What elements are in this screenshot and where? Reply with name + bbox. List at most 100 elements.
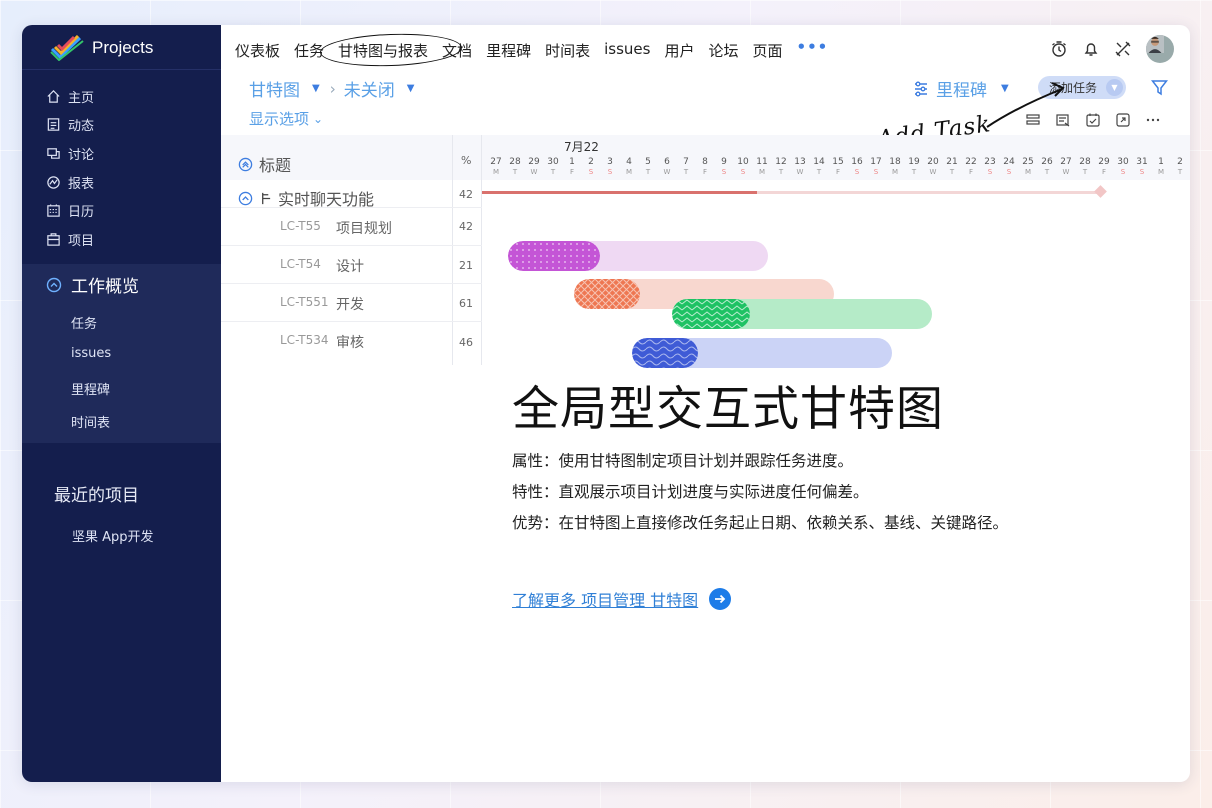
sidebar: Projects 主页 动态 讨论 报表 日历 项目 工作概览 任务 issue…: [22, 25, 221, 782]
overview-item-issues[interactable]: issues: [71, 346, 111, 361]
sidebar-item-label: 动态: [68, 119, 95, 135]
gantt-bar-purple[interactable]: [508, 241, 768, 271]
sidebar-item-label: 项目: [68, 233, 95, 249]
display-options[interactable]: 显示选项 ⌄: [249, 108, 323, 129]
list-export-icon[interactable]: [1055, 112, 1071, 128]
timeline-weekday: M: [1157, 168, 1165, 176]
timeline-day: 28: [1079, 157, 1091, 167]
sidebar-item-discuss[interactable]: 讨论: [46, 139, 94, 168]
brand[interactable]: Projects: [50, 34, 153, 62]
filter-select[interactable]: 未关闭: [344, 76, 395, 101]
tab-pages[interactable]: 页面: [752, 40, 782, 61]
timeline-day: 5: [645, 157, 651, 167]
collapse-all-icon[interactable]: [238, 157, 253, 172]
task-name: 设计: [336, 259, 364, 275]
tab-forum[interactable]: 论坛: [708, 40, 738, 61]
overview-item-timesheet[interactable]: 时间表: [71, 412, 110, 431]
display-options-label: 显示选项: [249, 110, 310, 128]
timeline-weekday: S: [873, 168, 879, 176]
sidebar-item-report[interactable]: 报表: [46, 168, 94, 197]
timeline-day: 25: [1022, 157, 1034, 167]
milestone-label: 里程碑: [936, 81, 987, 101]
timeline-weekday: S: [1120, 168, 1126, 176]
timeline-weekday: W: [796, 168, 804, 176]
calendar-view-icon[interactable]: [1085, 112, 1101, 128]
timeline-day: 20: [927, 157, 939, 167]
timeline-day: 9: [721, 157, 727, 167]
timeline-day: 11: [756, 157, 768, 167]
table-row[interactable]: LC-T54 设计 21: [221, 246, 482, 284]
timer-icon[interactable]: [1050, 40, 1068, 58]
brand-name: Projects: [92, 38, 154, 57]
timeline-day: 26: [1041, 157, 1053, 167]
task-name: 开发: [336, 297, 364, 313]
task-group-name: 实时聊天功能: [278, 190, 375, 209]
more-tabs-button[interactable]: •••: [797, 38, 829, 61]
timeline-weekday: M: [758, 168, 766, 176]
header-actions: [1050, 35, 1174, 63]
view-caret-icon[interactable]: ▼: [312, 83, 320, 94]
sidebar-item-home[interactable]: 主页: [46, 82, 94, 111]
summary-progress: [482, 191, 757, 194]
tab-issues[interactable]: issues: [604, 40, 650, 61]
milestone-diamond-icon[interactable]: [1094, 185, 1107, 198]
timeline-weekday: M: [891, 168, 899, 176]
hero-line-feature: 特性：直观展示项目计划进度与实际进度任何偏差。: [512, 483, 869, 501]
collapse-circle-icon[interactable]: [238, 191, 253, 206]
timeline-weekday: T: [550, 168, 556, 176]
task-code: LC-T54: [280, 257, 321, 271]
task-group-row[interactable]: 实时聊天功能 42: [221, 180, 482, 209]
overview-item-milestones[interactable]: 里程碑: [71, 379, 110, 398]
timeline-day: 12: [775, 157, 787, 167]
expand-icon[interactable]: [1115, 112, 1131, 128]
learn-more-link[interactable]: 了解更多 项目管理 甘特图: [512, 587, 732, 611]
gantt-bar-green[interactable]: [672, 299, 932, 329]
task-percent: 61: [459, 297, 473, 310]
timeline-day: 15: [832, 157, 844, 167]
title-header-label: 标题: [259, 156, 292, 175]
table-row[interactable]: LC-T534 审核 46: [221, 322, 482, 359]
filter-caret-icon[interactable]: ▼: [407, 83, 415, 94]
user-avatar[interactable]: [1146, 35, 1174, 63]
timeline-day: 4: [626, 157, 632, 167]
table-row[interactable]: LC-T551 开发 61: [221, 284, 482, 322]
timeline-weekday: T: [512, 168, 518, 176]
timeline-day: 3: [607, 157, 613, 167]
filter-icon[interactable]: [1151, 79, 1168, 96]
sidebar-item-label: 日历: [68, 205, 95, 221]
timeline-weekday: S: [854, 168, 860, 176]
timeline-weekday: T: [645, 168, 651, 176]
recent-projects-title: 最近的项目: [54, 486, 139, 506]
table-row[interactable]: LC-T55 项目规划 42: [221, 208, 482, 246]
timeline-day: 17: [870, 157, 882, 167]
task-code: LC-T551: [280, 295, 329, 309]
timeline-weekday: W: [663, 168, 671, 176]
timeline-day: 19: [908, 157, 920, 167]
bar-progress-blue: [632, 338, 698, 368]
more-icon[interactable]: [1145, 112, 1161, 128]
tab-dashboard[interactable]: 仪表板: [235, 40, 280, 61]
sidebar-item-project[interactable]: 项目: [46, 225, 94, 254]
tab-users[interactable]: 用户: [664, 40, 694, 61]
bell-icon[interactable]: [1082, 40, 1100, 58]
arrow-right-icon: [709, 588, 732, 610]
add-task-dropdown-icon[interactable]: ▼: [1106, 79, 1123, 96]
title-column-header[interactable]: 标题: [238, 152, 291, 176]
gantt-bar-blue[interactable]: [632, 338, 892, 368]
tab-timesheet[interactable]: 时间表: [545, 40, 590, 61]
tab-milestones[interactable]: 里程碑: [486, 40, 531, 61]
recent-project-item[interactable]: 坚果 App开发: [72, 526, 154, 545]
percent-column-header: %: [461, 154, 472, 167]
timeline-day: 8: [702, 157, 708, 167]
view-select[interactable]: 甘特图: [249, 76, 300, 101]
hero-description: 属性：使用甘特图制定项目计划并跟踪任务进度。 特性：直观展示项目计划进度与实际进…: [512, 446, 1012, 539]
work-overview-toggle[interactable]: 工作概览: [46, 272, 139, 297]
rows-icon[interactable]: [1025, 112, 1041, 128]
sidebar-item-feed[interactable]: 动态: [46, 111, 94, 140]
overview-item-tasks[interactable]: 任务: [71, 313, 97, 332]
timeline-weekday: S: [607, 168, 613, 176]
sidebar-item-calendar[interactable]: 日历: [46, 196, 94, 225]
tools-icon[interactable]: [1114, 40, 1132, 58]
timeline-day: 10: [737, 157, 749, 167]
timeline-day: 29: [1098, 157, 1110, 167]
